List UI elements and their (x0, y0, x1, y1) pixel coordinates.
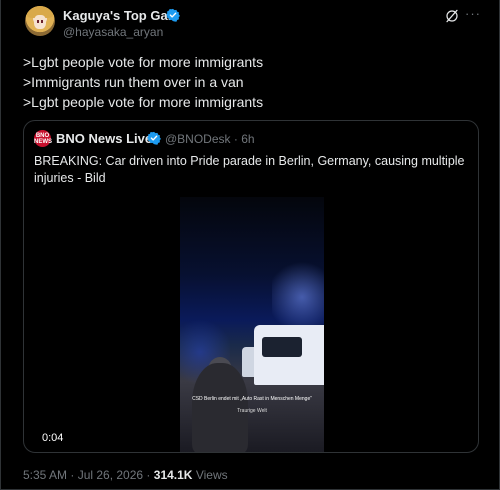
tweet-text-line: >Immigrants run them over in a van (23, 74, 244, 90)
tweet: Kaguya's Top Gal @hayasaka_aryan ··· >Lg… (0, 0, 500, 490)
more-options-button[interactable]: ··· (465, 6, 481, 21)
meta-separator: · (233, 132, 238, 146)
quoted-author-logo-text: BNO NEWS (34, 133, 52, 145)
views-label: Views (195, 468, 228, 482)
verified-badge-icon (166, 8, 180, 22)
video-van-window (262, 337, 302, 357)
video-duration: 0:04 (42, 432, 64, 444)
meta-separator: · (146, 468, 151, 482)
verified-badge-icon (147, 131, 161, 145)
quoted-author-avatar[interactable]: BNO NEWS (34, 130, 52, 147)
tweet-timestamp[interactable]: 5:35 AM · Jul 26, 2026 (23, 468, 143, 482)
grok-icon[interactable] (444, 8, 460, 24)
video-caption-sub: Traurige Welt (237, 408, 267, 414)
tweet-footer: 5:35 AM · Jul 26, 2026 · 314.1K Views (23, 468, 228, 482)
avatar-eye (41, 20, 43, 23)
tweet-text-line: >Lgbt people vote for more immigrants (23, 94, 264, 110)
author-handle[interactable]: @hayasaka_aryan (63, 25, 163, 39)
tweet-text-line: >Lgbt people vote for more immigrants (23, 54, 264, 70)
author-avatar[interactable] (25, 6, 55, 36)
quoted-author-display-name[interactable]: BNO News Live (56, 131, 152, 146)
tweet-text: >Lgbt people vote for more immigrants >I… (23, 52, 263, 112)
avatar-eye (37, 20, 39, 23)
quoted-tweet-time[interactable]: 6h (241, 132, 254, 146)
quoted-author-meta: @BNODesk · 6h (165, 132, 255, 146)
quoted-tweet[interactable]: BNO NEWS BNO News Live @BNODesk · 6h BRE… (23, 120, 479, 453)
video-player[interactable]: CSD Berlin endet mit „Auto Rast in Mensc… (180, 197, 324, 452)
video-caption: CSD Berlin endet mit „Auto Rast in Mensc… (192, 396, 312, 402)
quoted-author-handle[interactable]: @BNODesk (165, 132, 231, 146)
avatar-face (34, 15, 46, 29)
quoted-tweet-text: BREAKING: Car driven into Pride parade i… (34, 154, 465, 185)
author-display-name[interactable]: Kaguya's Top Gal (63, 8, 171, 23)
views-count[interactable]: 314.1K (154, 468, 193, 482)
